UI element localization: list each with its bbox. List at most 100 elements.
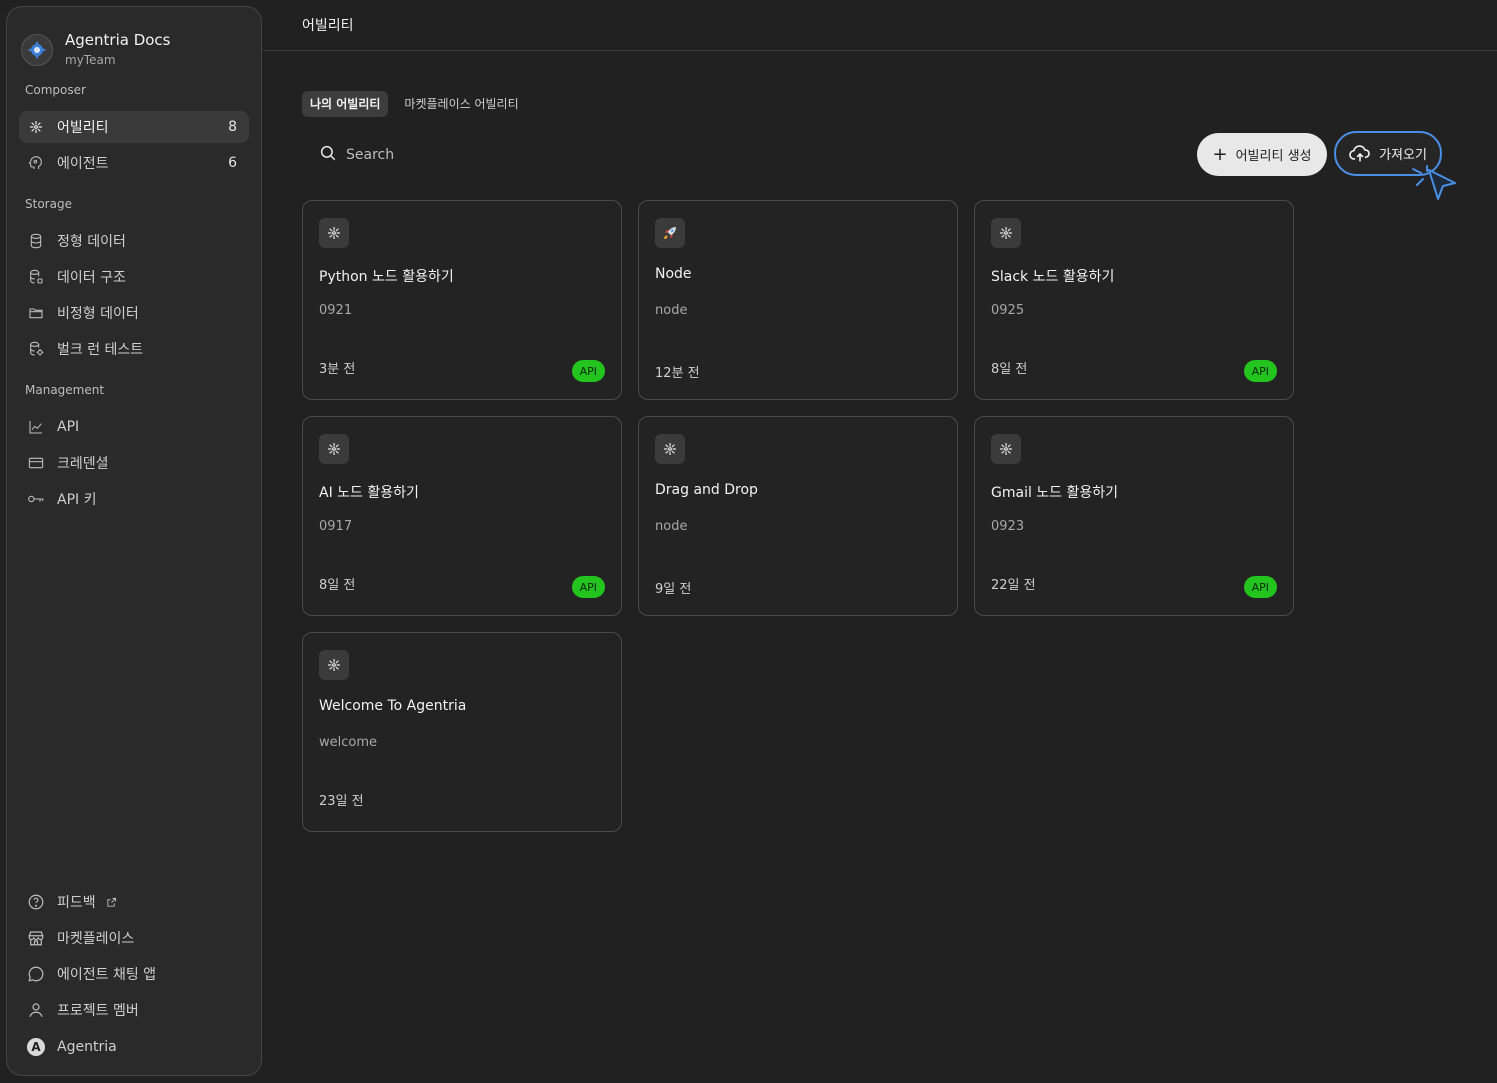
sidebar-item-label: 피드백 [57,895,96,911]
ability-card[interactable]: Drag and Drop node 9일 전 [638,416,958,616]
create-ability-button[interactable]: + 어빌리티 생성 [1197,133,1327,176]
ability-card[interactable]: Python 노드 활용하기 0921 3분 전 API [302,200,622,400]
ability-card[interactable]: AI 노드 활용하기 0917 8일 전 API [302,416,622,616]
api-badge: API [571,360,605,382]
database-test-icon [27,340,45,358]
sidebar-item-agent[interactable]: 에이전트 6 [19,147,249,179]
avatar: A [27,1038,45,1056]
sidebar-item-label: 에이전트 [57,156,109,172]
search-bar [319,144,619,166]
workspace-team: myTeam [65,53,116,67]
ability-icon [319,650,349,680]
card-time: 22일 전 [991,578,1036,593]
sidebar-item-api[interactable]: API [19,411,249,443]
sidebar-item-bulk-run-test[interactable]: 벌크 런 테스트 [19,333,249,365]
api-badge: API [1243,360,1277,382]
ability-tabs: 나의 어빌리티 마켓플레이스 어빌리티 [302,91,527,117]
card-subtitle: 0921 [319,303,353,318]
api-badge: API [1243,576,1277,598]
search-input[interactable] [346,147,586,163]
sidebar-item-ability[interactable]: 어빌리티 8 [19,111,249,143]
workspace-title: Agentria Docs [65,31,171,49]
sidebar-item-unstructured-data[interactable]: 비정형 데이터 [19,297,249,329]
sidebar-item-label: 데이터 구조 [57,270,126,286]
help-circle-icon [27,893,45,911]
ability-icon [319,434,349,464]
cursor-pointer-icon [1412,165,1456,200]
store-icon [27,929,45,947]
search-icon [319,144,337,166]
workspace-logo-icon [21,33,53,66]
ability-icon [27,118,45,136]
sidebar-item-label: API 키 [57,492,97,508]
sidebar-item-account[interactable]: A Agentria [19,1031,249,1063]
card-title: Welcome To Agentria [319,698,467,714]
sidebar-item-label: API [57,419,80,435]
sidebar-item-structured-data[interactable]: 정형 데이터 [19,225,249,257]
card-subtitle: node [655,519,688,534]
card-title: AI 노드 활용하기 [319,485,419,501]
sidebar-item-label: 프로젝트 멤버 [57,1003,139,1019]
card-time: 12분 전 [655,366,700,381]
card-time: 3분 전 [319,362,356,377]
card-time: 9일 전 [655,582,692,597]
cloud-upload-icon [1349,144,1370,161]
ability-card[interactable]: Node node 12분 전 [638,200,958,400]
account-name: Agentria [57,1039,117,1055]
ability-icon [991,218,1021,248]
sidebar-item-label: 마켓플레이스 [57,931,135,947]
sidebar-item-label: 정형 데이터 [57,234,126,250]
ability-card[interactable]: Slack 노드 활용하기 0925 8일 전 API [974,200,1294,400]
agent-count: 6 [228,155,237,171]
card-time: 8일 전 [319,578,356,593]
line-chart-icon [27,418,45,436]
sidebar-item-label: 에이전트 채팅 앱 [57,967,157,983]
sidebar-item-label: 비정형 데이터 [57,306,139,322]
plus-icon: + [1212,143,1228,165]
card-subtitle: node [655,303,688,318]
api-badge: API [571,576,605,598]
section-label-management: Management [25,383,105,397]
import-label: 가져오기 [1379,148,1427,163]
key-icon [27,490,45,508]
workspace-switcher[interactable]: Agentria Docs myTeam [21,31,170,68]
credit-card-icon [27,454,45,472]
card-subtitle: welcome [319,735,378,750]
create-ability-label: 어빌리티 생성 [1235,149,1312,164]
sidebar-item-api-key[interactable]: API 키 [19,483,249,515]
sidebar-item-agent-chat-app[interactable]: 에이전트 채팅 앱 [19,958,249,990]
sidebar-item-label: 어빌리티 [57,120,109,136]
sidebar-item-project-members[interactable]: 프로젝트 멤버 [19,994,249,1026]
card-title: Slack 노드 활용하기 [991,269,1115,285]
rocket-icon [655,218,685,248]
tab-my-abilities[interactable]: 나의 어빌리티 [302,91,389,117]
page-title: 어빌리티 [302,18,354,34]
tab-marketplace-abilities[interactable]: 마켓플레이스 어빌리티 [396,91,526,117]
card-subtitle: 0925 [991,303,1025,318]
sidebar-item-data-structure[interactable]: 데이터 구조 [19,261,249,293]
card-title: Drag and Drop [655,482,758,498]
sidebar-item-feedback[interactable]: 피드백 [19,886,249,918]
card-title: Node [655,266,692,282]
card-title: Gmail 노드 활용하기 [991,485,1119,501]
sidebar-item-label: 벌크 런 테스트 [57,342,144,358]
agent-brain-icon [27,154,45,172]
ability-count: 8 [228,119,237,135]
sidebar: Agentria Docs myTeam Composer 어빌리티 8 에이전… [6,6,262,1076]
section-label-storage: Storage [25,197,72,211]
chat-bubble-icon [27,965,45,983]
section-label-composer: Composer [25,83,86,97]
ability-card[interactable]: Welcome To Agentria welcome 23일 전 [302,632,622,832]
sidebar-item-credentials[interactable]: 크레덴셜 [19,447,249,479]
folder-icon [27,304,45,322]
database-schema-icon [27,268,45,286]
user-icon [27,1001,45,1019]
sidebar-item-marketplace[interactable]: 마켓플레이스 [19,922,249,954]
card-title: Python 노드 활용하기 [319,269,454,285]
ability-card[interactable]: Gmail 노드 활용하기 0923 22일 전 API [974,416,1294,616]
sidebar-item-label: 크레덴셜 [57,456,109,472]
card-time: 8일 전 [991,362,1028,377]
topbar: 어빌리티 [263,0,1497,51]
database-icon [27,232,45,250]
ability-icon [991,434,1021,464]
